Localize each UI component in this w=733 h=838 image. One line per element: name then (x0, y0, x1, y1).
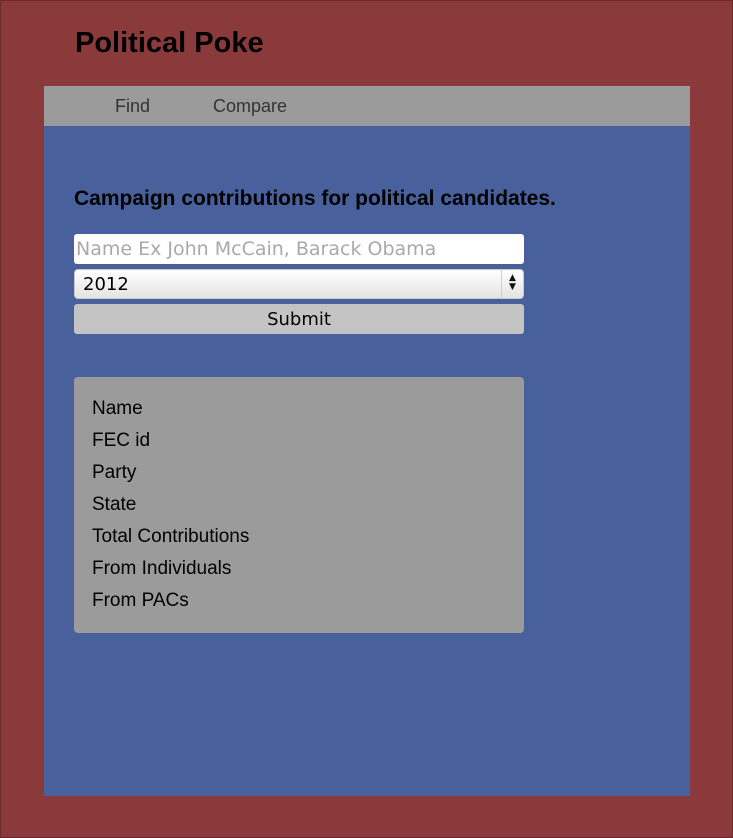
info-field-from-pacs: From PACs (92, 590, 189, 611)
year-select-value: 2012 (83, 274, 129, 295)
info-field-from-individuals: From Individuals (92, 558, 232, 579)
nav-find-link[interactable]: Find (115, 96, 150, 117)
navbar: Find Compare (44, 86, 690, 126)
info-field-fec-id: FEC id (92, 430, 151, 451)
main-content: Campaign contributions for political can… (44, 126, 690, 796)
page-heading: Campaign contributions for political can… (74, 187, 556, 210)
site-title: Political Poke (75, 27, 264, 59)
info-field-party: Party (92, 462, 137, 483)
nav-compare-link[interactable]: Compare (213, 96, 287, 117)
submit-button[interactable]: Submit (74, 304, 524, 334)
up-down-arrows-icon: ▲ ▼ (501, 270, 523, 298)
info-field-total-contributions: Total Contributions (92, 526, 250, 547)
year-select[interactable]: 2012 ▲ ▼ (74, 269, 524, 299)
info-field-state: State (92, 494, 137, 515)
candidate-info-panel: Name FEC id Party State Total Contributi… (74, 377, 524, 633)
candidate-name-input[interactable] (74, 234, 524, 264)
info-field-name: Name (92, 398, 143, 419)
